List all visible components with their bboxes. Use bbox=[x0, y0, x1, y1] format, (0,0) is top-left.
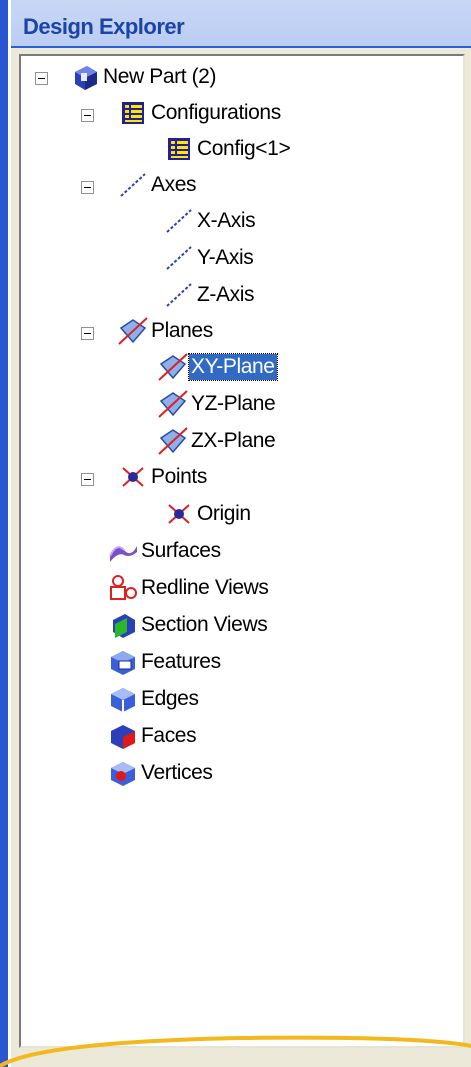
face-icon bbox=[107, 721, 139, 751]
tree-item-label: Planes bbox=[151, 319, 213, 342]
axis-icon bbox=[163, 206, 195, 236]
tree-item-label: New Part (2) bbox=[103, 65, 217, 88]
tree-item-label: Section Views bbox=[141, 613, 268, 636]
point-icon bbox=[163, 499, 195, 529]
tree-item-surfaces[interactable]: Surfaces bbox=[107, 534, 223, 568]
tree-item-edges[interactable]: Edges bbox=[107, 682, 201, 716]
panel-title: Design Explorer bbox=[23, 14, 185, 39]
point-icon bbox=[117, 462, 149, 492]
tree-item-label: Edges bbox=[141, 687, 199, 710]
tree-item-points[interactable]: Points bbox=[117, 460, 209, 494]
tree-item-label: Features bbox=[141, 650, 221, 673]
tree-item-vertices[interactable]: Vertices bbox=[107, 756, 215, 790]
tree-item-label: Faces bbox=[141, 724, 197, 747]
tree-item-label: Points bbox=[151, 465, 207, 488]
tree-item-label: Y-Axis bbox=[197, 246, 254, 269]
tree-item-root[interactable]: New Part (2) bbox=[69, 60, 218, 94]
accent-curve bbox=[0, 1035, 471, 1067]
tree-item-label: Surfaces bbox=[141, 539, 221, 562]
tree-item-origin[interactable]: Origin bbox=[163, 497, 253, 531]
tree-item-label: Vertices bbox=[141, 761, 213, 784]
tree-item-planes[interactable]: Planes bbox=[117, 314, 215, 348]
tree-item-section-views[interactable]: Section Views bbox=[107, 608, 269, 642]
plane-icon bbox=[157, 426, 189, 456]
tree-item-zx-plane[interactable]: ZX-Plane bbox=[157, 424, 277, 458]
collapse-planes-toggle[interactable] bbox=[81, 327, 94, 340]
tree-item-z-axis[interactable]: Z-Axis bbox=[163, 278, 256, 312]
tree-item-configurations[interactable]: Configurations bbox=[117, 96, 283, 130]
collapse-points-toggle[interactable] bbox=[81, 473, 94, 486]
tree-item-redline-views[interactable]: Redline Views bbox=[107, 571, 271, 605]
collapse-root-toggle[interactable] bbox=[35, 72, 48, 85]
tree-item-label: Configurations bbox=[151, 101, 281, 124]
tree-item-axes[interactable]: Axes bbox=[117, 168, 198, 202]
tree-item-label: Origin bbox=[197, 502, 251, 525]
tree-view[interactable]: New Part (2) Configurations Config<1> Ax… bbox=[19, 54, 465, 1048]
design-explorer-panel: Design Explorer New Part (2) Configurati… bbox=[0, 0, 471, 1067]
tree-item-faces[interactable]: Faces bbox=[107, 719, 198, 753]
tree-item-label: Z-Axis bbox=[197, 283, 255, 306]
feature-icon bbox=[107, 647, 139, 677]
section-view-icon bbox=[107, 610, 139, 640]
tree-item-label: X-Axis bbox=[197, 209, 256, 232]
tree-item-label: Redline Views bbox=[141, 576, 269, 599]
plane-icon bbox=[157, 352, 189, 382]
tree-item-y-axis[interactable]: Y-Axis bbox=[163, 241, 255, 275]
edge-icon bbox=[107, 684, 139, 714]
tree-item-xy-plane[interactable]: XY-Plane bbox=[157, 350, 278, 384]
configurations-icon bbox=[117, 98, 149, 128]
tree-item-features[interactable]: Features bbox=[107, 645, 223, 679]
tree-item-yz-plane[interactable]: YZ-Plane bbox=[157, 387, 277, 421]
surface-icon bbox=[107, 536, 139, 566]
vertex-icon bbox=[107, 758, 139, 788]
tree-item-x-axis[interactable]: X-Axis bbox=[163, 204, 257, 238]
tree-item-label: Config<1> bbox=[197, 137, 291, 160]
plane-icon bbox=[157, 389, 189, 419]
tree-item-label-selected: XY-Plane bbox=[188, 353, 278, 381]
panel-left-edge bbox=[0, 0, 8, 1067]
tree-item-label: Axes bbox=[151, 173, 197, 196]
redline-view-icon bbox=[107, 573, 139, 603]
axis-icon bbox=[163, 280, 195, 310]
collapse-axes-toggle[interactable] bbox=[81, 181, 94, 194]
tree-item-config-1[interactable]: Config<1> bbox=[163, 132, 292, 166]
axis-icon bbox=[163, 243, 195, 273]
axis-icon bbox=[117, 170, 149, 200]
tree-item-label: YZ-Plane bbox=[191, 392, 276, 415]
plane-icon bbox=[117, 316, 149, 346]
configuration-icon bbox=[163, 134, 195, 164]
collapse-configurations-toggle[interactable] bbox=[81, 109, 94, 122]
part-icon bbox=[69, 62, 101, 92]
tree-item-label: ZX-Plane bbox=[191, 429, 276, 452]
panel-title-bar: Design Explorer bbox=[11, 0, 471, 48]
panel-left-highlight bbox=[8, 0, 11, 1067]
